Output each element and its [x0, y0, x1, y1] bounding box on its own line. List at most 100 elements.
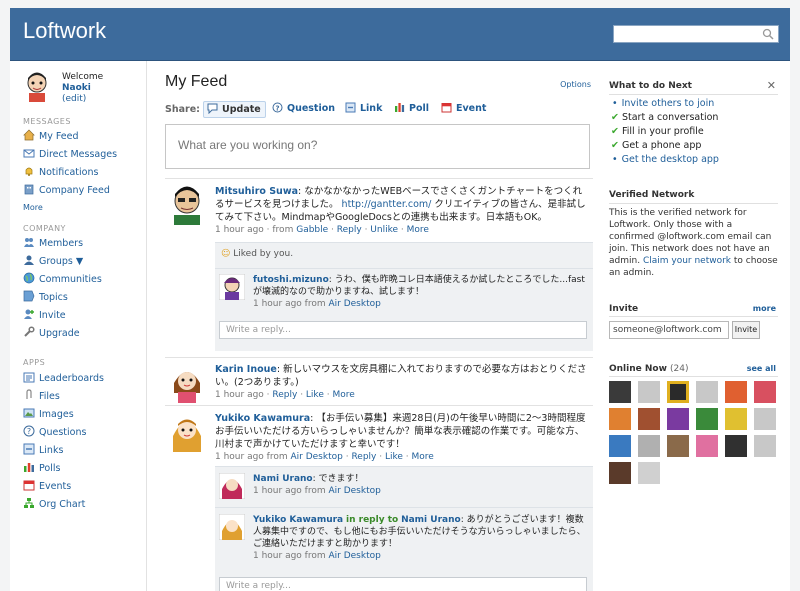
more-link[interactable]: More: [412, 452, 434, 462]
nav-upgrade[interactable]: Upgrade: [23, 326, 143, 343]
nav-groups[interactable]: Groups ▼: [23, 254, 143, 271]
status-composer[interactable]: What are you working on?: [165, 124, 590, 169]
avatar[interactable]: [667, 435, 689, 457]
todo-link[interactable]: Invite others to join: [622, 98, 715, 109]
nav-label: Groups ▼: [39, 256, 84, 267]
avatar[interactable]: [219, 473, 245, 499]
search-input[interactable]: [613, 25, 779, 43]
reply-author[interactable]: futoshi.mizuno: [253, 275, 329, 285]
avatar[interactable]: [219, 514, 245, 540]
avatar[interactable]: [609, 435, 631, 457]
avatar[interactable]: [725, 381, 747, 403]
page-title: My Feed: [165, 73, 228, 90]
verified-text: This is the verified network for Loftwor…: [609, 207, 778, 279]
avatar[interactable]: [725, 435, 747, 457]
tab-link[interactable]: Link: [342, 101, 386, 118]
post-author[interactable]: Mitsuhiro Suwa: [215, 186, 298, 197]
reply-target[interactable]: Nami Urano: [401, 515, 461, 525]
todo-link[interactable]: Get the desktop app: [622, 154, 719, 165]
avatar[interactable]: [609, 462, 631, 484]
reply-link[interactable]: Reply: [272, 390, 297, 400]
avatar[interactable]: [754, 381, 776, 403]
reply-input[interactable]: Write a reply...: [219, 577, 587, 591]
invite-button[interactable]: Invite: [732, 321, 760, 339]
todo-item[interactable]: • Get the desktop app: [611, 153, 719, 167]
avatar[interactable]: [638, 462, 660, 484]
todo-item[interactable]: ✔ Fill in your profile: [611, 125, 704, 139]
avatar[interactable]: [23, 70, 51, 102]
like-link[interactable]: Like: [385, 452, 403, 462]
avatar[interactable]: [169, 363, 205, 403]
post-link[interactable]: http://gantter.com/: [342, 199, 432, 210]
post-author[interactable]: Yukiko Kawamura: [215, 413, 310, 424]
avatar[interactable]: [696, 381, 718, 403]
nav-company-feed[interactable]: Company Feed: [23, 183, 143, 200]
avatar[interactable]: [754, 435, 776, 457]
reply-link[interactable]: Reply: [337, 225, 362, 235]
nav-images[interactable]: Images: [23, 407, 143, 424]
nav-notifications[interactable]: Notifications: [23, 165, 143, 182]
avatar[interactable]: [696, 435, 718, 457]
avatar[interactable]: [609, 408, 631, 430]
nav-communities[interactable]: Communities: [23, 272, 143, 289]
invite-email-input[interactable]: someone@loftwork.com: [609, 321, 729, 339]
reply-link[interactable]: Reply: [351, 452, 376, 462]
close-icon[interactable]: ✕: [767, 79, 776, 92]
reply-author[interactable]: Yukiko Kawamura: [253, 515, 343, 525]
brand-logo[interactable]: Loftwork: [23, 18, 106, 44]
nav-leaderboards[interactable]: Leaderboards: [23, 371, 143, 388]
avatar[interactable]: [696, 408, 718, 430]
avatar[interactable]: [754, 408, 776, 430]
nav-members[interactable]: Members: [23, 236, 143, 253]
nav-direct-messages[interactable]: Direct Messages: [23, 147, 143, 164]
avatar[interactable]: [638, 435, 660, 457]
avatar[interactable]: [667, 408, 689, 430]
source-link[interactable]: Air Desktop: [328, 486, 380, 496]
nav-links[interactable]: Links: [23, 443, 143, 460]
nav-questions[interactable]: ? Questions: [23, 425, 143, 442]
source-link[interactable]: Gabble: [296, 225, 328, 235]
tab-update[interactable]: Update: [203, 101, 266, 118]
todo-item[interactable]: ✔ Start a conversation: [611, 111, 718, 125]
source-link[interactable]: Air Desktop: [291, 452, 343, 462]
todo-item[interactable]: ✔ Get a phone app: [611, 139, 701, 153]
reply-input[interactable]: Write a reply...: [219, 321, 587, 339]
post-author[interactable]: Karin Inoue: [215, 364, 277, 375]
options-link[interactable]: Options: [560, 80, 591, 89]
like-link[interactable]: Like: [306, 390, 324, 400]
source-link[interactable]: Air Desktop: [328, 551, 380, 561]
avatar[interactable]: [609, 381, 631, 403]
messages-more-link[interactable]: More: [23, 203, 43, 212]
more-link[interactable]: More: [407, 225, 429, 235]
reply-author[interactable]: Nami Urano: [253, 474, 313, 484]
tab-question[interactable]: ? Question: [269, 101, 339, 118]
source-link[interactable]: Air Desktop: [328, 299, 380, 309]
nav-org-chart[interactable]: Org Chart: [23, 497, 143, 514]
avatar[interactable]: [169, 185, 205, 225]
avatar[interactable]: [219, 274, 245, 300]
edit-profile-link[interactable]: (edit): [62, 94, 103, 105]
divider: [609, 203, 778, 204]
nav-topics[interactable]: Topics: [23, 290, 143, 307]
avatar[interactable]: [638, 408, 660, 430]
nav-my-feed[interactable]: My Feed: [23, 129, 143, 146]
nav-files[interactable]: Files: [23, 389, 143, 406]
invite-more-link[interactable]: more: [753, 304, 776, 313]
avatar[interactable]: [725, 408, 747, 430]
avatar[interactable]: [638, 381, 660, 403]
more-link[interactable]: More: [332, 390, 354, 400]
unlike-link[interactable]: Unlike: [370, 225, 398, 235]
tab-event[interactable]: Event: [438, 101, 490, 118]
claim-network-link[interactable]: Claim your network: [643, 256, 731, 266]
see-all-link[interactable]: see all: [747, 364, 776, 373]
user-name[interactable]: Naoki: [62, 83, 91, 93]
todo-label: Get a phone app: [621, 140, 702, 151]
todo-item[interactable]: • Invite others to join: [611, 97, 714, 111]
search-icon[interactable]: [762, 28, 774, 40]
nav-invite[interactable]: Invite: [23, 308, 143, 325]
avatar[interactable]: [169, 412, 205, 452]
avatar[interactable]: [667, 381, 689, 403]
tab-poll[interactable]: Poll: [391, 101, 433, 118]
nav-polls[interactable]: Polls: [23, 461, 143, 478]
nav-events[interactable]: Events: [23, 479, 143, 496]
